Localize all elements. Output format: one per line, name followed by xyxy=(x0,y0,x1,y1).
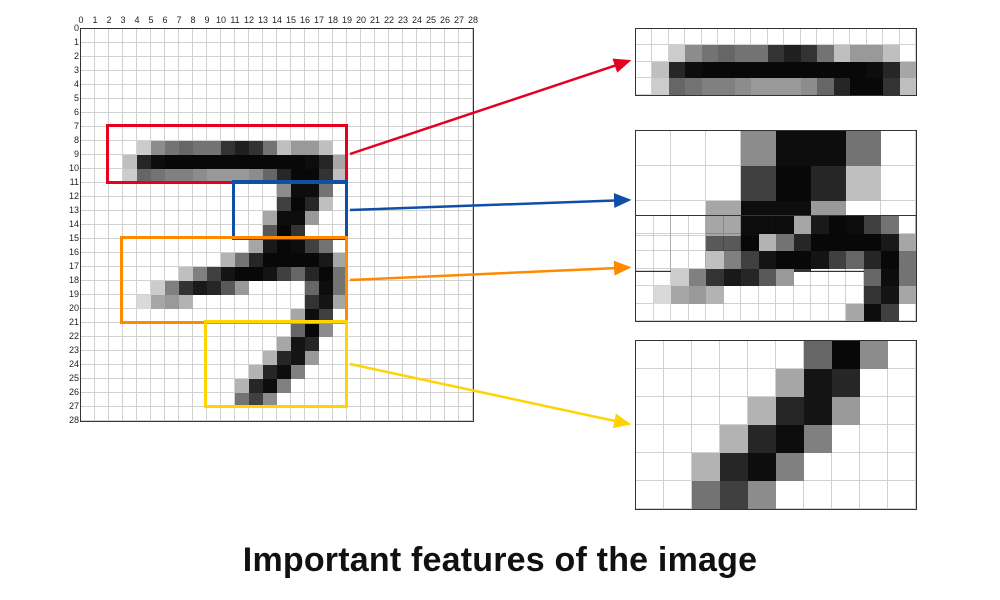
axis-left-tick: 21 xyxy=(63,317,79,327)
axis-left-tick: 16 xyxy=(63,247,79,257)
axis-left-tick: 0 xyxy=(63,23,79,33)
feature-box-orange xyxy=(120,236,348,324)
axis-left-tick: 28 xyxy=(63,415,79,425)
feature-box-red xyxy=(106,124,348,184)
axis-left-tick: 12 xyxy=(63,191,79,201)
axis-top-tick: 15 xyxy=(284,15,298,25)
feature-box-blue xyxy=(232,180,348,240)
axis-top-tick: 13 xyxy=(256,15,270,25)
feature-thumbnail-orange xyxy=(635,215,917,322)
axis-left-tick: 8 xyxy=(63,135,79,145)
axis-top-tick: 23 xyxy=(396,15,410,25)
axis-top-tick: 14 xyxy=(270,15,284,25)
axis-top-tick: 16 xyxy=(298,15,312,25)
axis-top-tick: 27 xyxy=(452,15,466,25)
feature-box-yellow xyxy=(204,320,348,408)
caption: Important features of the image xyxy=(0,541,1000,580)
axis-top-tick: 2 xyxy=(102,15,116,25)
axis-left-tick: 19 xyxy=(63,289,79,299)
axis-top-tick: 20 xyxy=(354,15,368,25)
axis-top-tick: 18 xyxy=(326,15,340,25)
axis-top-tick: 9 xyxy=(200,15,214,25)
axis-top-tick: 3 xyxy=(116,15,130,25)
axis-left-tick: 27 xyxy=(63,401,79,411)
axis-top-tick: 10 xyxy=(214,15,228,25)
axis-left-tick: 20 xyxy=(63,303,79,313)
axis-left-tick: 17 xyxy=(63,261,79,271)
feature-thumbnail-red xyxy=(635,28,917,96)
axis-left-tick: 6 xyxy=(63,107,79,117)
axis-top-tick: 1 xyxy=(88,15,102,25)
feature-thumbnail-yellow xyxy=(635,340,917,510)
axis-left-tick: 2 xyxy=(63,51,79,61)
axis-left-tick: 13 xyxy=(63,205,79,215)
axis-left-tick: 1 xyxy=(63,37,79,47)
axis-left-tick: 5 xyxy=(63,93,79,103)
axis-top-tick: 26 xyxy=(438,15,452,25)
axis-top-tick: 25 xyxy=(424,15,438,25)
axis-top-tick: 21 xyxy=(368,15,382,25)
axis-left-tick: 18 xyxy=(63,275,79,285)
axis-left-tick: 25 xyxy=(63,373,79,383)
axis-top-tick: 8 xyxy=(186,15,200,25)
axis-top-tick: 24 xyxy=(410,15,424,25)
axis-left-tick: 11 xyxy=(63,177,79,187)
axis-top-tick: 4 xyxy=(130,15,144,25)
axis-top-tick: 17 xyxy=(312,15,326,25)
axis-top-tick: 28 xyxy=(466,15,480,25)
axis-top-tick: 19 xyxy=(340,15,354,25)
axis-top-tick: 22 xyxy=(382,15,396,25)
axis-left-tick: 7 xyxy=(63,121,79,131)
axis-top-tick: 6 xyxy=(158,15,172,25)
axis-top-tick: 11 xyxy=(228,15,242,25)
axis-left-tick: 3 xyxy=(63,65,79,75)
axis-left-tick: 9 xyxy=(63,149,79,159)
axis-left-tick: 10 xyxy=(63,163,79,173)
axis-top-tick: 12 xyxy=(242,15,256,25)
axis-left-tick: 24 xyxy=(63,359,79,369)
axis-top-tick: 5 xyxy=(144,15,158,25)
axis-left-tick: 4 xyxy=(63,79,79,89)
axis-top-tick: 7 xyxy=(172,15,186,25)
axis-left-tick: 22 xyxy=(63,331,79,341)
axis-left-tick: 14 xyxy=(63,219,79,229)
axis-left-tick: 15 xyxy=(63,233,79,243)
axis-left-tick: 26 xyxy=(63,387,79,397)
axis-left-tick: 23 xyxy=(63,345,79,355)
